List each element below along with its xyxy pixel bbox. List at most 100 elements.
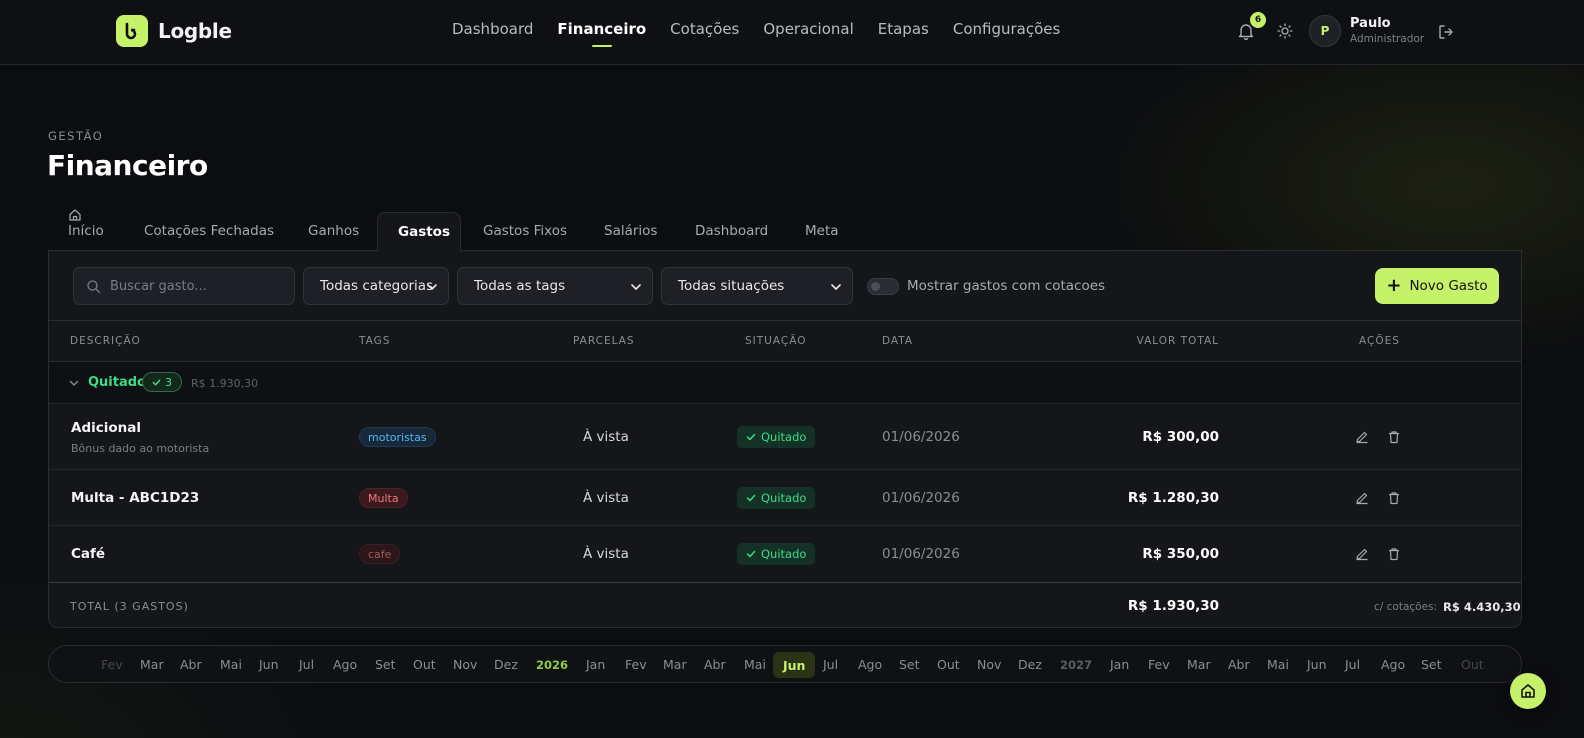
month-item[interactable]: Set — [1421, 657, 1442, 672]
search-input[interactable] — [110, 268, 290, 304]
tab-cotacoes-fechadas[interactable]: Cotações Fechadas — [144, 203, 274, 251]
month-item[interactable]: Abr — [704, 657, 726, 672]
row-description: Café — [71, 546, 106, 562]
trash-icon[interactable] — [1387, 547, 1401, 561]
month-item-current[interactable]: Jun — [773, 652, 816, 678]
tab-ganhos[interactable]: Ganhos — [308, 203, 359, 251]
row-tag: cafe — [359, 544, 401, 564]
month-item[interactable]: Jul — [823, 657, 838, 672]
table-header: DESCRIÇÃO TAGS PARCELAS SITUAÇÃO DATA VA… — [49, 321, 1521, 362]
chevron-down-icon[interactable] — [69, 378, 79, 388]
edit-icon[interactable] — [1355, 491, 1369, 505]
tag-select[interactable]: Todas as tags — [457, 267, 653, 305]
month-item[interactable]: Fev — [101, 657, 123, 672]
home-icon — [69, 209, 81, 221]
show-quotes-toggle[interactable] — [867, 278, 899, 295]
month-item[interactable]: Out — [937, 657, 960, 672]
row-tag: Multa — [359, 488, 408, 508]
month-item[interactable]: Mai — [1267, 657, 1289, 672]
nav-etapas[interactable]: Etapas — [878, 20, 929, 38]
month-item[interactable]: Abr — [1228, 657, 1250, 672]
month-item[interactable]: Jan — [586, 657, 605, 672]
with-quotes-value: R$ 4.430,30 — [1443, 600, 1521, 614]
month-item[interactable]: Ago — [858, 657, 882, 672]
year-label: 2027 — [1060, 658, 1093, 672]
group-label: Quitado — [88, 375, 146, 390]
group-total: R$ 1.930,30 — [191, 377, 259, 390]
status-label: Quitado — [761, 491, 807, 505]
month-item[interactable]: Mai — [744, 657, 766, 672]
trash-icon[interactable] — [1387, 430, 1401, 444]
month-item[interactable]: Fev — [625, 657, 647, 672]
new-expense-label: Novo Gasto — [1409, 278, 1488, 294]
month-item[interactable]: Out — [413, 657, 436, 672]
logout-icon[interactable] — [1437, 23, 1455, 41]
month-item[interactable]: Abr — [180, 657, 202, 672]
nav-dashboard[interactable]: Dashboard — [452, 20, 533, 38]
row-description: Adicional — [71, 420, 141, 436]
month-item[interactable]: Jun — [259, 657, 279, 672]
edit-icon[interactable] — [1355, 430, 1369, 444]
month-item[interactable]: Set — [375, 657, 396, 672]
tab-salarios[interactable]: Salários — [604, 203, 664, 251]
col-descricao: DESCRIÇÃO — [70, 335, 141, 347]
table-row[interactable]: Multa - ABC1D23 Multa À vista Quitado 01… — [49, 470, 1521, 526]
search-icon — [87, 280, 101, 294]
tab-dashboard[interactable]: Dashboard — [695, 203, 768, 251]
month-item[interactable]: Dez — [494, 657, 518, 672]
month-item[interactable]: Jul — [1345, 657, 1360, 672]
group-quitado[interactable]: Quitado 3 R$ 1.930,30 — [49, 362, 1521, 404]
tab-meta[interactable]: Meta — [805, 203, 845, 251]
app-logo[interactable]: Logble — [116, 15, 232, 47]
category-select[interactable]: Todas categorias — [303, 267, 449, 305]
month-item[interactable]: Jan — [1110, 657, 1129, 672]
month-item[interactable]: Mar — [140, 657, 164, 672]
month-item[interactable]: Mar — [663, 657, 687, 672]
trash-icon[interactable] — [1387, 491, 1401, 505]
nav-financeiro[interactable]: Financeiro — [557, 20, 646, 38]
expenses-panel: Todas categorias Todas as tags Todas sit… — [48, 250, 1522, 628]
month-item[interactable]: Nov — [977, 657, 1001, 672]
table-row[interactable]: Adicional Bônus dado ao motorista motori… — [49, 404, 1521, 470]
row-tag: motoristas — [359, 427, 436, 447]
status-select[interactable]: Todas situações — [661, 267, 853, 305]
status-label: Quitado — [761, 430, 807, 444]
avatar[interactable]: P — [1309, 15, 1341, 47]
month-item[interactable]: Mar — [1187, 657, 1211, 672]
edit-icon[interactable] — [1355, 547, 1369, 561]
tab-gastos[interactable]: Gastos — [377, 212, 461, 252]
check-icon — [152, 379, 161, 385]
month-item[interactable]: Ago — [333, 657, 357, 672]
table-row[interactable]: Café cafe À vista Quitado 01/06/2026 R$ … — [49, 526, 1521, 582]
month-item[interactable]: Mai — [220, 657, 242, 672]
month-item[interactable]: Ago — [1381, 657, 1405, 672]
home-fab-button[interactable] — [1510, 673, 1546, 709]
month-item[interactable]: Fev — [1148, 657, 1170, 672]
check-icon — [746, 494, 756, 502]
nav-configuracoes[interactable]: Configurações — [953, 20, 1060, 38]
search-box — [73, 267, 295, 305]
month-item[interactable]: Dez — [1018, 657, 1042, 672]
month-item[interactable]: Out — [1461, 657, 1484, 672]
with-quotes-label: c/ cotações: — [1374, 601, 1438, 613]
tab-inicio[interactable]: Início — [68, 203, 108, 251]
main-nav: Dashboard Financeiro Cotações Operaciona… — [452, 20, 1060, 38]
category-select-value: Todas categorias — [320, 278, 434, 294]
nav-cotacoes[interactable]: Cotações — [670, 20, 739, 38]
notification-badge: 6 — [1250, 12, 1266, 28]
new-expense-button[interactable]: + Novo Gasto — [1375, 268, 1499, 304]
month-item[interactable]: Jul — [299, 657, 314, 672]
user-role: Administrador — [1350, 33, 1425, 45]
month-timeline[interactable]: Fev Mar Abr Mai Jun Jul Ago Set Out Nov … — [48, 645, 1522, 683]
month-item[interactable]: Jun — [1307, 657, 1327, 672]
row-date: 01/06/2026 — [882, 546, 960, 562]
nav-operacional[interactable]: Operacional — [763, 20, 853, 38]
row-date: 01/06/2026 — [882, 429, 960, 445]
tab-gastos-fixos[interactable]: Gastos Fixos — [483, 203, 573, 251]
month-item[interactable]: Set — [899, 657, 920, 672]
top-header: Logble Dashboard Financeiro Cotações Ope… — [0, 0, 1584, 65]
check-icon — [746, 550, 756, 558]
row-installments: À vista — [583, 546, 629, 562]
month-item[interactable]: Nov — [453, 657, 477, 672]
theme-toggle-icon[interactable] — [1277, 23, 1293, 39]
